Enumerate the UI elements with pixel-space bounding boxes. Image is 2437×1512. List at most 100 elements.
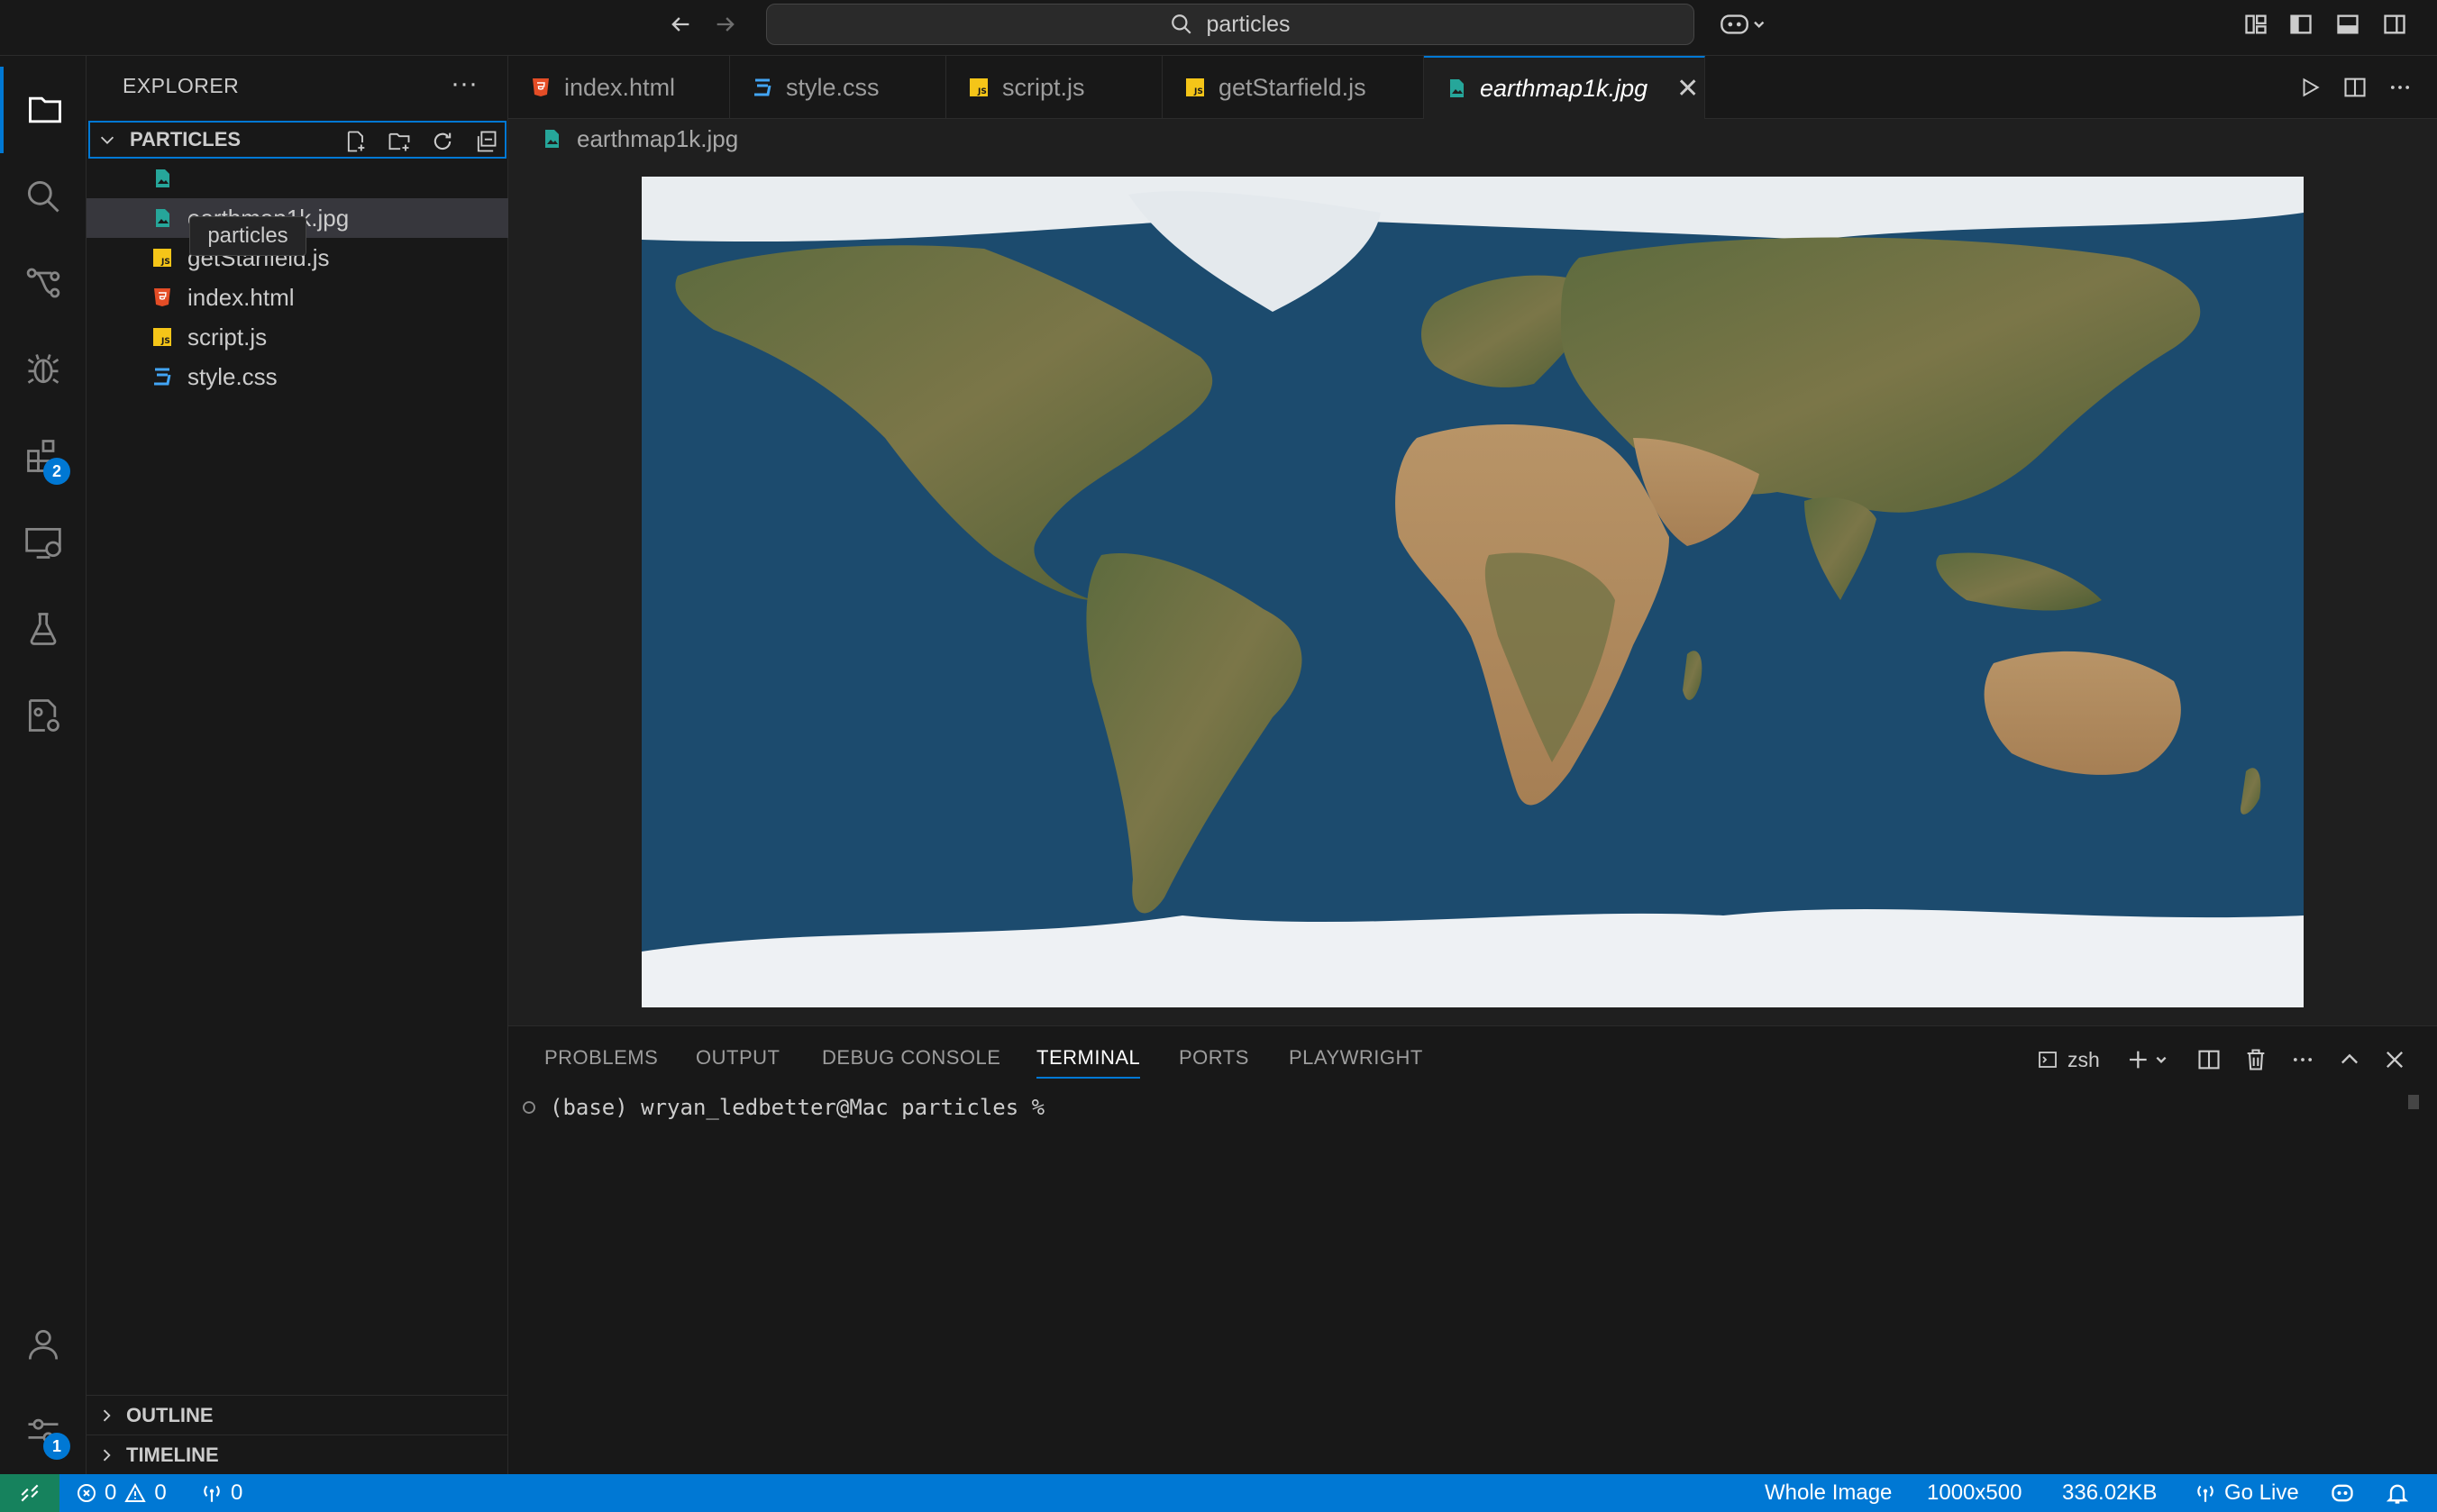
extensions-badge: 2 (43, 458, 70, 485)
editor-tab-bar: index.html style.css JS script.js JS get… (508, 56, 2437, 119)
file-row-script-js[interactable]: JS script.js (87, 317, 508, 357)
folder-label: PARTICLES (130, 128, 242, 150)
customize-layout-icon[interactable] (2241, 9, 2271, 40)
terminal-prompt: (base) wryan_ledbetter@Mac particles % (550, 1095, 1045, 1120)
new-terminal-icon[interactable] (2122, 1044, 2176, 1075)
split-terminal-icon[interactable] (2194, 1044, 2224, 1075)
image-file-icon (1446, 77, 1467, 99)
tab-problems[interactable]: PROBLEMS (544, 1046, 658, 1070)
problems-status[interactable]: 0 0 (76, 1474, 167, 1512)
file-row-style-css[interactable]: style.css (87, 357, 508, 396)
collapse-all-icon[interactable] (470, 126, 501, 157)
arrow-left-icon[interactable] (665, 9, 696, 40)
ports-status[interactable]: 0 (200, 1474, 242, 1512)
broadcast-icon (200, 1481, 224, 1505)
terminal-shell-selector[interactable]: zsh (2037, 1044, 2118, 1075)
accounts-icon[interactable] (0, 1301, 87, 1388)
terminal-output[interactable]: (base) wryan_ledbetter@Mac particles % (521, 1095, 1045, 1120)
run-icon[interactable] (2295, 72, 2325, 103)
more-actions-icon[interactable] (2287, 1044, 2318, 1075)
remote-indicator[interactable] (0, 1474, 59, 1512)
folder-header-particles[interactable]: PARTICLES (88, 121, 507, 159)
manage-badge: 1 (43, 1433, 70, 1460)
timeline-section[interactable]: TIMELINE (87, 1435, 508, 1474)
tab-terminal[interactable]: TERMINAL (1036, 1046, 1141, 1079)
new-folder-icon[interactable] (384, 126, 415, 157)
maximize-panel-icon[interactable] (2334, 1044, 2365, 1075)
tab-earthmap1k-jpg[interactable]: earthmap1k.jpg ✕ (1424, 56, 1705, 119)
terminal-status-circle-icon (521, 1099, 537, 1116)
svg-text:JS: JS (1193, 87, 1203, 96)
go-live-button[interactable]: Go Live (2194, 1474, 2299, 1512)
trash-icon[interactable] (2241, 1044, 2271, 1075)
terminal-icon (2037, 1049, 2058, 1070)
css-file-icon (150, 364, 175, 389)
manage-icon[interactable]: 1 (0, 1388, 87, 1474)
status-bar: 0 0 0 Whole Image 1000x500 336.02KB Go L… (0, 1474, 2437, 1512)
arrow-right-icon[interactable] (710, 9, 741, 40)
refresh-icon[interactable] (427, 126, 458, 157)
tab-getstarfield-js[interactable]: JS getStarfield.js (1163, 56, 1424, 119)
html-file-icon (530, 77, 552, 98)
zoom-status[interactable]: Whole Image (1765, 1474, 1892, 1512)
run-debug-icon[interactable] (0, 326, 87, 413)
chevron-right-icon (97, 1407, 115, 1425)
go-live-label: Go Live (2224, 1480, 2299, 1505)
outline-section[interactable]: OUTLINE (87, 1395, 508, 1435)
error-icon (76, 1482, 97, 1504)
file-row-index-html[interactable]: index.html (87, 278, 508, 317)
copilot-icon[interactable] (1716, 9, 1770, 40)
breadcrumb[interactable]: earthmap1k.jpg (541, 123, 738, 155)
search-text: particles (1206, 11, 1291, 37)
tab-style-css[interactable]: style.css (730, 56, 946, 119)
more-actions-icon[interactable] (2385, 72, 2415, 103)
file-row-image-hidden[interactable] (87, 159, 508, 198)
image-dimensions: 1000x500 (1927, 1480, 2022, 1505)
svg-text:JS: JS (977, 87, 987, 96)
close-icon[interactable]: ✕ (1676, 73, 1699, 105)
js-file-icon: JS (150, 324, 175, 350)
warning-count: 0 (154, 1480, 167, 1505)
testing-icon[interactable] (0, 586, 87, 672)
shell-label: zsh (2067, 1047, 2100, 1071)
folder-tooltip: particles (189, 216, 306, 256)
chevron-right-icon (97, 1446, 115, 1464)
files-icon[interactable] (0, 67, 87, 153)
command-center-search[interactable]: particles (766, 4, 1694, 45)
extensions-icon[interactable]: 2 (0, 413, 87, 499)
ports-count: 0 (231, 1480, 243, 1505)
remote-icon (21, 1484, 39, 1502)
svg-text:JS: JS (160, 258, 170, 267)
image-preview-earth-map[interactable] (642, 177, 2304, 1007)
source-control-icon[interactable] (0, 240, 87, 326)
toggle-panel-icon[interactable] (2332, 9, 2363, 40)
toggle-primary-sidebar-icon[interactable] (2286, 9, 2316, 40)
image-file-icon (150, 166, 175, 191)
copilot-status-icon[interactable] (2329, 1474, 2356, 1512)
warning-icon (123, 1482, 147, 1504)
tab-script-js[interactable]: JS script.js (946, 56, 1163, 119)
tab-playwright[interactable]: PLAYWRIGHT (1289, 1046, 1423, 1070)
js-file-icon: JS (150, 245, 175, 270)
activity-bar: 2 1 (0, 56, 87, 1474)
explorer-more-actions[interactable]: ··· (451, 68, 478, 99)
terminal-scrollbar[interactable] (2408, 1095, 2419, 1109)
tab-label: earthmap1k.jpg (1480, 74, 1648, 102)
tab-debug-console[interactable]: DEBUG CONSOLE (822, 1046, 1000, 1070)
new-file-icon[interactable] (341, 126, 371, 157)
explorer-title: EXPLORER (123, 74, 240, 97)
remote-explorer-icon[interactable] (0, 499, 87, 586)
toggle-secondary-sidebar-icon[interactable] (2379, 9, 2410, 40)
close-panel-icon[interactable] (2379, 1044, 2410, 1075)
tab-output[interactable]: OUTPUT (696, 1046, 780, 1070)
settings-sync-icon[interactable] (0, 672, 87, 759)
file-name: index.html (187, 283, 295, 311)
tab-ports[interactable]: PORTS (1179, 1046, 1249, 1070)
bell-icon[interactable] (2385, 1474, 2410, 1512)
broadcast-icon (2194, 1481, 2217, 1505)
image-size: 336.02KB (2062, 1480, 2158, 1505)
split-editor-icon[interactable] (2340, 72, 2370, 103)
tab-index-html[interactable]: index.html (508, 56, 730, 119)
search-icon[interactable] (0, 153, 87, 240)
search-icon (1170, 13, 1193, 36)
